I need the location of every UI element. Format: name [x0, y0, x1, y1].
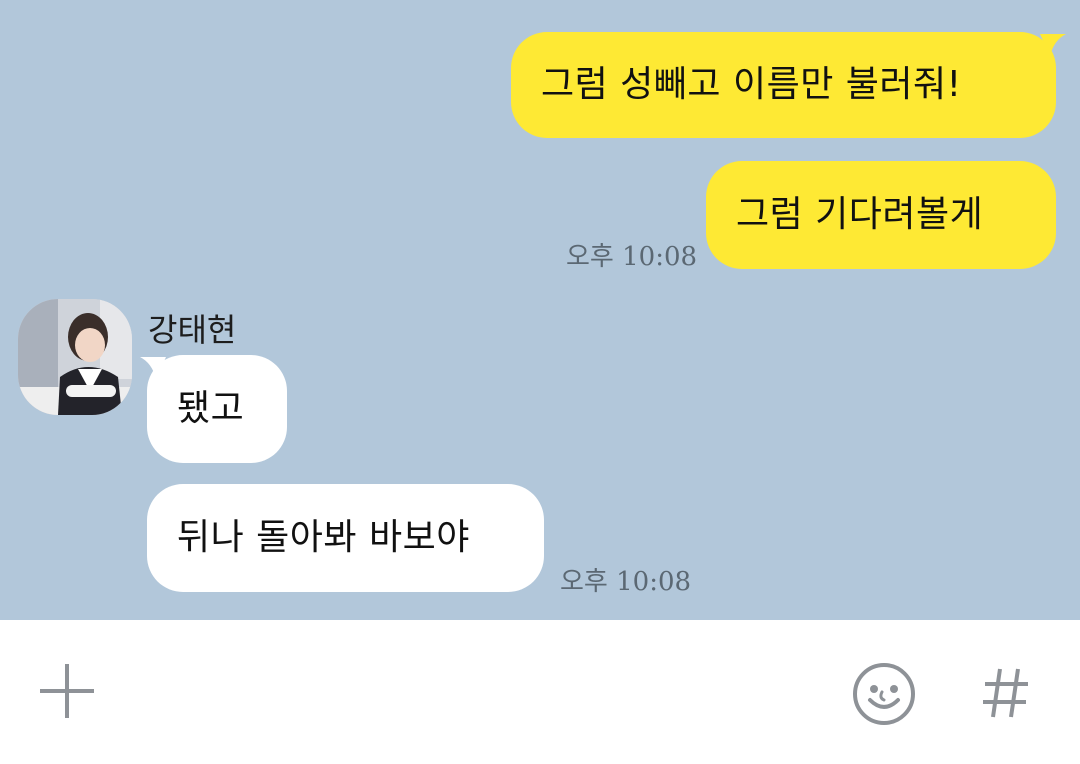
message-timestamp: 오후 10:08: [566, 242, 698, 272]
hashtag-button[interactable]: [980, 666, 1032, 720]
chat-area[interactable]: 그럼 성빼고 이름만 불러줘! 그럼 기다려볼게 오후 10:08 강태현 됐고…: [0, 0, 1080, 620]
chat-app: 그럼 성빼고 이름만 불러줘! 그럼 기다려볼게 오후 10:08 강태현 됐고…: [0, 0, 1080, 764]
outgoing-message[interactable]: 그럼 성빼고 이름만 불러줘!: [511, 32, 1056, 138]
profile-photo: [18, 299, 132, 415]
message-text: 그럼 기다려볼게: [736, 194, 984, 235]
message-text: 됐고: [177, 388, 245, 429]
incoming-message[interactable]: 됐고: [147, 355, 287, 463]
outgoing-message[interactable]: 그럼 기다려볼게: [706, 161, 1056, 269]
avatar[interactable]: [18, 299, 132, 415]
hash-icon: [983, 668, 1028, 718]
input-bar: [0, 620, 1080, 764]
add-button[interactable]: [38, 662, 96, 720]
bubble-tail: [1040, 34, 1066, 56]
emoji-button[interactable]: [852, 662, 916, 726]
plus-icon: [40, 664, 94, 718]
message-text: 뒤나 돌아봐 바보야: [177, 517, 470, 558]
sender-name: 강태현: [148, 311, 237, 349]
smiley-icon: [853, 663, 915, 725]
incoming-message[interactable]: 뒤나 돌아봐 바보야: [147, 484, 544, 592]
message-timestamp: 오후 10:08: [560, 567, 692, 597]
message-text: 그럼 성빼고 이름만 불러줘!: [541, 64, 962, 105]
